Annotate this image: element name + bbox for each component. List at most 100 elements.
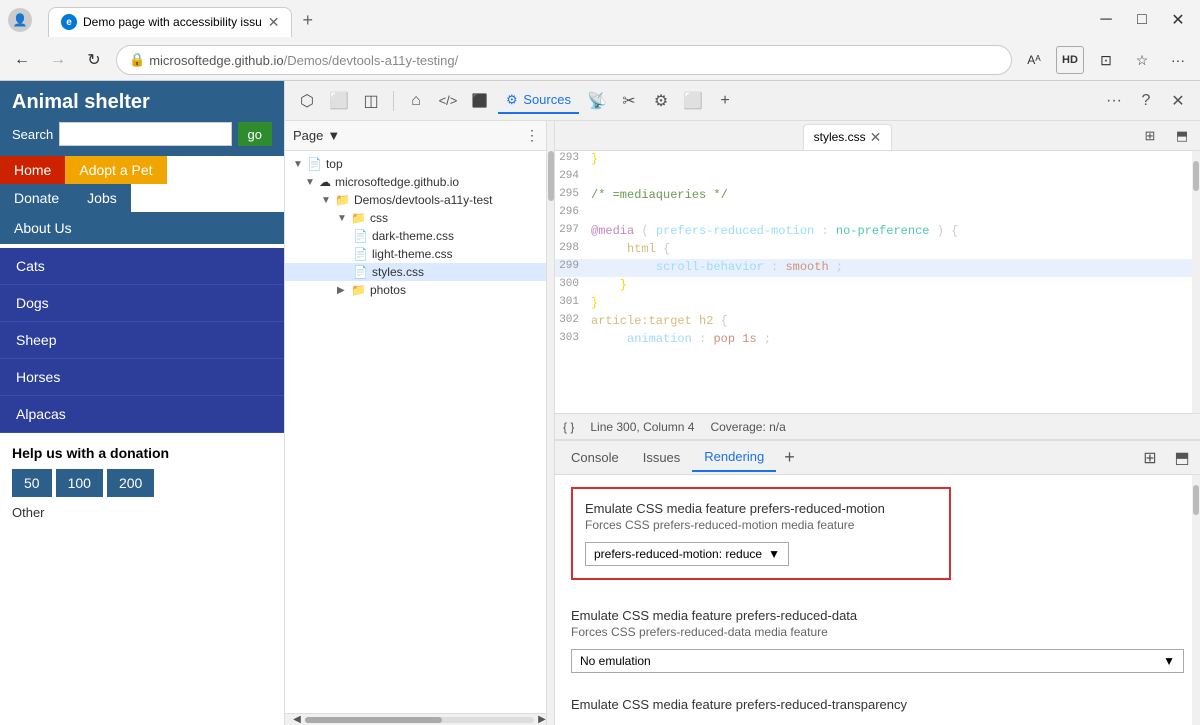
dt-sources-tab[interactable]: ⚙ Sources: [498, 88, 579, 114]
tree-item-domain[interactable]: ▼ ☁ microsoftedge.github.io: [285, 173, 554, 191]
code-vscrollbar[interactable]: [1192, 151, 1200, 413]
tree-item-light-theme[interactable]: 📄 light-theme.css: [285, 245, 554, 263]
bottom-vscrollbar[interactable]: [1192, 475, 1200, 725]
emulate-motion-title: Emulate CSS media feature prefers-reduce…: [585, 501, 937, 516]
donation-200-button[interactable]: 200: [107, 469, 154, 497]
more-button[interactable]: ···: [1164, 46, 1192, 74]
emulate-motion-select: prefers-reduced-motion: reduce ▼: [585, 542, 937, 566]
profile-avatar[interactable]: 👤: [8, 8, 32, 32]
rendering-tab[interactable]: Rendering: [692, 443, 776, 472]
code-panel-btn2[interactable]: ⬒: [1168, 122, 1196, 150]
tab-close-button[interactable]: ✕: [268, 14, 280, 31]
tree-arrow-demos: ▼: [321, 195, 331, 206]
dt-elements-button[interactable]: </>: [434, 87, 462, 115]
scroll-left-button[interactable]: ◀: [289, 712, 305, 725]
search-button[interactable]: go: [238, 122, 272, 146]
favorites-button[interactable]: ☆: [1128, 46, 1156, 74]
code-line-296: 296: [555, 205, 1200, 223]
devtools-body: Page ▼ ⋮ ▼ 📄 top ▼ ☁: [285, 121, 1200, 725]
code-status-bar: { } Line 300, Column 4 Coverage: n/a: [555, 413, 1200, 439]
dt-more-button[interactable]: ···: [1100, 87, 1128, 115]
tree-item-photos[interactable]: ▶ 📁 photos: [285, 281, 554, 299]
dt-memory-button[interactable]: ⚙: [647, 87, 675, 115]
page-selector[interactable]: Page ▼: [293, 128, 340, 143]
browser-chrome: 👤 e Demo page with accessibility issu ✕ …: [0, 0, 1200, 81]
bottom-tabs: Console Issues Rendering + ⊞ ⬒: [555, 441, 1200, 475]
status-coverage: Coverage: n/a: [710, 420, 785, 434]
dt-device-button[interactable]: ⬜: [325, 87, 353, 115]
dt-performance-button[interactable]: ✂: [615, 87, 643, 115]
folder-icon-top: 📄: [307, 157, 322, 171]
tree-item-top[interactable]: ▼ 📄 top: [285, 155, 554, 173]
tree-item-dark-theme[interactable]: 📄 dark-theme.css: [285, 227, 554, 245]
search-input[interactable]: [59, 122, 231, 146]
tree-item-demos[interactable]: ▼ 📁 Demos/devtools-a11y-test: [285, 191, 554, 209]
nav-about-link[interactable]: About Us: [0, 212, 284, 244]
code-editor[interactable]: 293 } 294 295 /* =mediaqueries */ 296: [555, 151, 1200, 413]
code-line-299: 299 scroll-behavior : smooth ;: [555, 259, 1200, 277]
animal-item-alpacas[interactable]: Alpacas: [0, 396, 284, 433]
donation-100-button[interactable]: 100: [56, 469, 103, 497]
file-tree-more-button[interactable]: ⋮: [518, 122, 546, 150]
code-line-294: 294: [555, 169, 1200, 187]
dt-inspect-button[interactable]: ⬡: [293, 87, 321, 115]
active-tab[interactable]: e Demo page with accessibility issu ✕: [48, 7, 292, 37]
site-header: Animal shelter Search go: [0, 81, 284, 156]
code-panel-btn1[interactable]: ⊞: [1136, 122, 1164, 150]
nav-home-link[interactable]: Home: [0, 156, 65, 184]
nav-jobs-link[interactable]: Jobs: [73, 184, 131, 212]
read-aloud-button[interactable]: Aᴬ: [1020, 46, 1048, 74]
dropdown-arrow-2: ▼: [1163, 654, 1175, 668]
address-input[interactable]: 🔒 microsoftedge.github.io/Demos/devtools…: [116, 45, 1012, 75]
add-panel-button[interactable]: +: [776, 443, 803, 472]
dt-help-button[interactable]: ?: [1132, 87, 1160, 115]
tree-label-styles: styles.css: [372, 265, 424, 279]
code-line-293: 293 }: [555, 151, 1200, 169]
refresh-button[interactable]: ↻: [80, 46, 108, 74]
tree-item-css[interactable]: ▼ 📁 css: [285, 209, 554, 227]
file-tree-hscrollbar[interactable]: ◀ ▶: [285, 713, 554, 725]
hscroll-track[interactable]: [305, 717, 534, 723]
tree-label-demos: Demos/devtools-a11y-test: [354, 193, 493, 207]
dt-add-tab-button[interactable]: +: [711, 87, 739, 115]
code-line-302: 302 article:target h2 {: [555, 313, 1200, 331]
issues-tab[interactable]: Issues: [631, 444, 693, 471]
dt-network-button[interactable]: 📡: [583, 87, 611, 115]
minimize-button[interactable]: ─: [1092, 6, 1120, 34]
dt-home-button[interactable]: ⌂: [402, 87, 430, 115]
donation-50-button[interactable]: 50: [12, 469, 52, 497]
folder-icon-photos: 📁: [351, 283, 366, 297]
tab-title: Demo page with accessibility issu: [83, 15, 262, 29]
nav-row1: Home Adopt a Pet: [0, 156, 284, 184]
nav-donate-link[interactable]: Donate: [0, 184, 73, 212]
dt-application-button[interactable]: ⬜: [679, 87, 707, 115]
nav-adopt-link[interactable]: Adopt a Pet: [65, 156, 166, 184]
close-button[interactable]: ✕: [1164, 6, 1192, 34]
bottom-panel-btn1[interactable]: ⊞: [1136, 444, 1164, 472]
dropdown-arrow-1: ▼: [768, 547, 780, 561]
styles-css-tab[interactable]: styles.css ✕: [803, 124, 893, 150]
screenshot-button[interactable]: ⊡: [1092, 46, 1120, 74]
animal-item-horses[interactable]: Horses: [0, 359, 284, 396]
dt-close-button[interactable]: ✕: [1164, 87, 1192, 115]
animal-item-dogs[interactable]: Dogs: [0, 285, 284, 322]
console-tab[interactable]: Console: [559, 444, 631, 471]
new-tab-button[interactable]: +: [292, 4, 323, 37]
dt-panel-button[interactable]: ◫: [357, 87, 385, 115]
dt-console-btn[interactable]: ⬛: [466, 87, 494, 115]
maximize-button[interactable]: □: [1128, 6, 1156, 34]
back-button[interactable]: ←: [8, 46, 36, 74]
bottom-content: Emulate CSS media feature prefers-reduce…: [555, 475, 1200, 725]
forward-button[interactable]: →: [44, 46, 72, 74]
tree-arrow-domain: ▼: [305, 177, 315, 188]
bottom-panel-btn2[interactable]: ⬒: [1168, 444, 1196, 472]
reduced-motion-dropdown[interactable]: prefers-reduced-motion: reduce ▼: [585, 542, 789, 566]
animal-item-sheep[interactable]: Sheep: [0, 322, 284, 359]
styles-css-close-button[interactable]: ✕: [870, 129, 882, 146]
reduced-data-dropdown[interactable]: No emulation ▼: [571, 649, 1184, 673]
tree-label-photos: photos: [370, 283, 406, 297]
animal-item-cats[interactable]: Cats: [0, 248, 284, 285]
file-tree-vscrollbar[interactable]: [546, 121, 554, 725]
hd-button[interactable]: HD: [1056, 46, 1084, 74]
tree-item-styles[interactable]: 📄 styles.css: [285, 263, 554, 281]
